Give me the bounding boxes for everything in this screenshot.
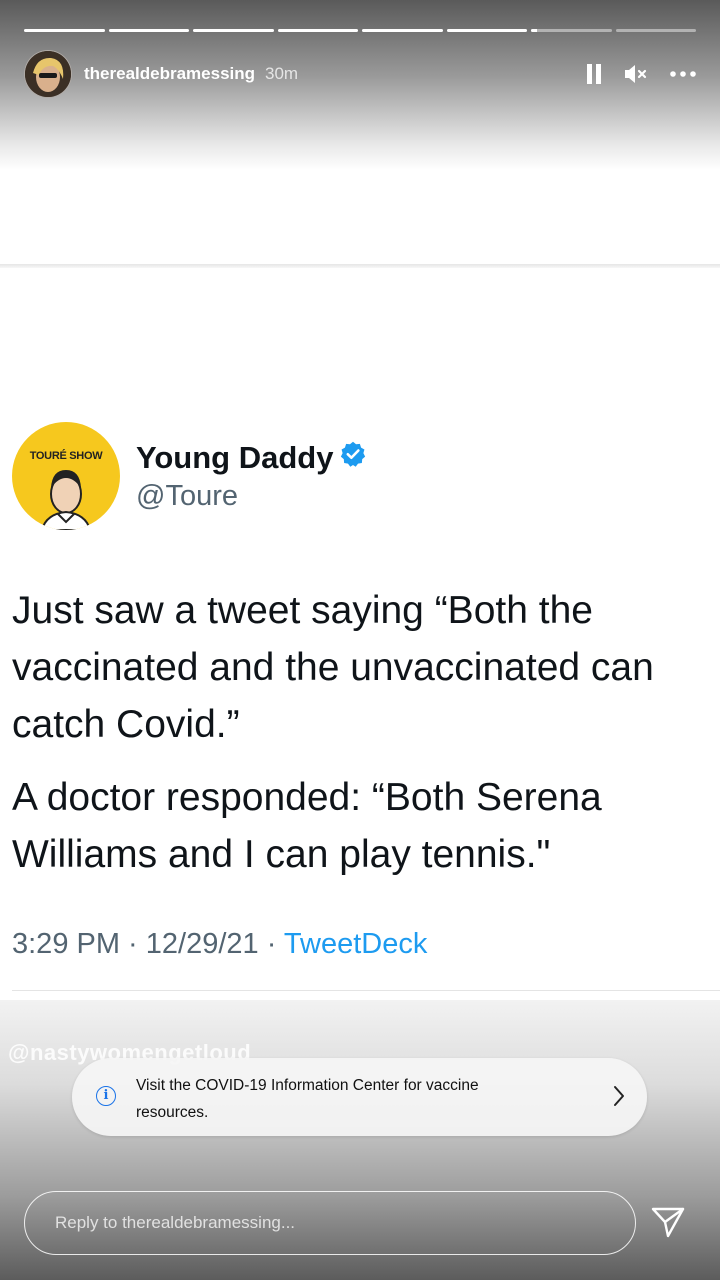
story-progress-fill (24, 29, 105, 32)
tweet-paragraph-2: A doctor responded: “Both Serena William… (12, 769, 720, 883)
story-progress-segment (615, 29, 696, 32)
story-progress-segment (362, 29, 443, 32)
pause-icon[interactable] (586, 64, 602, 84)
covid-banner-line: Visit the COVID-19 Information Center fo… (136, 1077, 479, 1094)
story-progress-fill (108, 29, 189, 32)
tweet-line: Just saw a tweet saying “Both the (12, 589, 593, 632)
tweet-handle[interactable]: @Toure (136, 480, 238, 513)
story-progress-segment (193, 29, 274, 32)
mute-icon[interactable] (624, 64, 648, 84)
chevron-right-icon (613, 1085, 625, 1112)
reply-input[interactable] (24, 1191, 636, 1255)
story-progress-fill (362, 29, 443, 32)
tweet-avatar: TOURÉ SHOW (12, 422, 120, 530)
story-timestamp: 30m (265, 64, 299, 83)
story-progress-fill (446, 29, 527, 32)
card-top-edge (0, 264, 720, 268)
verified-badge-icon (339, 440, 367, 476)
tweet-meta: 3:29 PM · 12/29/21 · TweetDeck (12, 928, 427, 961)
author-name-text[interactable]: Young Daddy (136, 440, 333, 476)
tweet-line: catch Covid.” (12, 703, 240, 746)
story-progress-segment (277, 29, 358, 32)
tweet-timestamp: 3:29 PM · 12/29/21 · (12, 928, 284, 960)
covid-info-banner[interactable]: i Visit the COVID-19 Information Center … (72, 1058, 647, 1136)
avatar[interactable] (24, 50, 72, 98)
story-username[interactable]: therealdebramessing (84, 64, 255, 84)
covid-banner-text: Visit the COVID-19 Information Center fo… (136, 1072, 576, 1126)
card-divider (12, 990, 720, 991)
story-progress-segment (446, 29, 527, 32)
tweet-text: Just saw a tweet saying “Both the vaccin… (12, 582, 720, 883)
covid-banner-line: resources. (136, 1104, 209, 1121)
story-progress-segment (108, 29, 189, 32)
tweet-line: A doctor responded: “Both Serena (12, 776, 602, 819)
story-progress-fill (277, 29, 358, 32)
info-icon: i (96, 1086, 116, 1106)
story-progress-bar (24, 29, 696, 32)
more-icon[interactable] (670, 71, 696, 77)
tweet-author-name[interactable]: Young Daddy (136, 440, 367, 476)
tweet-line: vaccinated and the unvaccinated can (12, 646, 654, 689)
tweet-source-link[interactable]: TweetDeck (284, 928, 427, 960)
story-header: therealdebramessing 30m (24, 50, 696, 98)
send-icon[interactable] (650, 1204, 686, 1245)
story-progress-fill (193, 29, 274, 32)
tweet-paragraph-1: Just saw a tweet saying “Both the vaccin… (12, 582, 720, 753)
tweet-line: Williams and I can play tennis." (12, 833, 551, 876)
story-progress-segment (531, 29, 612, 32)
story-progress-segment (24, 29, 105, 32)
story-progress-fill (531, 29, 538, 32)
